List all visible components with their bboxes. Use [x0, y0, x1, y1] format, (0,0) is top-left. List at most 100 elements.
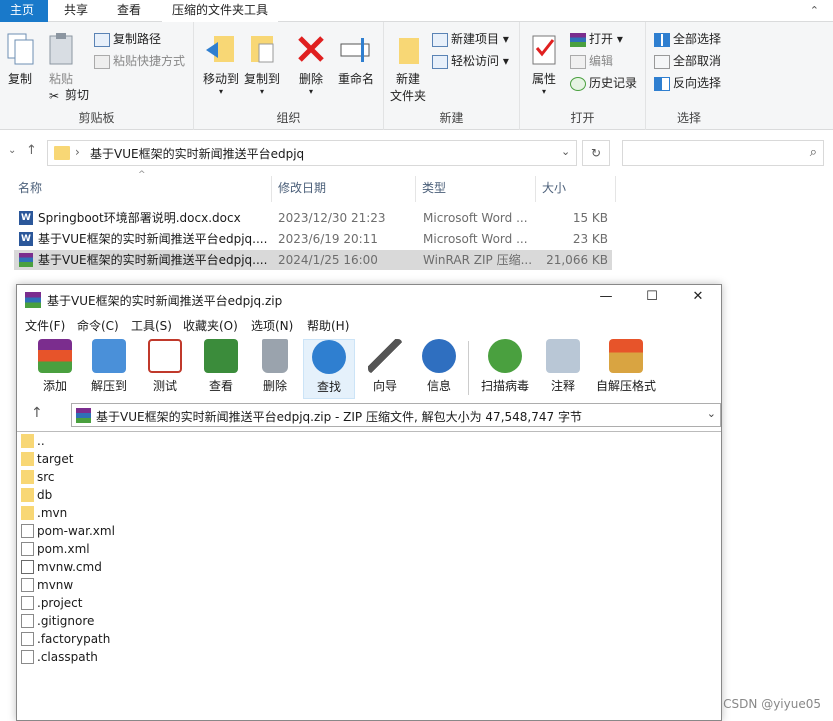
select-all-icon [654, 32, 670, 47]
virus-scan-button[interactable]: 扫描病毒 [475, 339, 535, 394]
extract-to-button[interactable]: 解压到 [83, 339, 135, 394]
column-name[interactable]: 名称 [14, 176, 272, 202]
maximize-icon[interactable]: ☐ [637, 289, 667, 304]
move-to-label: 移动到 [202, 72, 239, 86]
copy-button[interactable]: 复制 [4, 32, 36, 87]
entry-name: target [37, 452, 74, 466]
column-date[interactable]: 修改日期 [274, 176, 416, 202]
open-group-label: 打开 [570, 111, 595, 125]
toolbar-separator [468, 341, 469, 395]
column-type[interactable]: 类型 [418, 176, 536, 202]
select-all-button[interactable]: 全部选择 [654, 30, 721, 50]
ribbon: 复制 粘贴 复制路径 粘贴快捷方式 ✂ 剪切 剪贴板 移动到 ▾ 复制到 ▾ 删除 ▾ … [0, 22, 833, 130]
search-input[interactable]: ⌕ [622, 140, 824, 166]
address-bar[interactable]: › 基于VUE框架的实时新闻推送平台edpjq ⌄ [47, 140, 577, 166]
menu-favorites[interactable]: 收藏夹(O) [183, 317, 238, 334]
copy-to-button[interactable]: 复制到 ▾ [242, 32, 282, 96]
address-dropdown-icon[interactable]: ⌄ [561, 145, 570, 158]
menu-tools[interactable]: 工具(S) [131, 317, 172, 334]
add-label: 添加 [42, 379, 67, 393]
edit-icon [570, 54, 586, 69]
copy-to-label: 复制到 [243, 72, 280, 86]
archive-file-list: .. target src db .mvn pom-war.xml pom.xm… [17, 431, 721, 721]
minimize-icon[interactable]: — [591, 289, 621, 304]
paste-label: 粘贴 [48, 72, 73, 86]
entry-name: db [37, 488, 53, 502]
organize-group-label: 组织 [276, 111, 301, 125]
delete-archive-button[interactable]: 删除 [249, 339, 301, 394]
easy-access-icon [432, 54, 448, 69]
open-button[interactable]: 打开 ▾ [570, 30, 623, 50]
entry-name: .classpath [37, 650, 98, 664]
delete-button[interactable]: 删除 ▾ [294, 32, 328, 96]
edit-button[interactable]: 编辑 [570, 52, 613, 72]
view-button[interactable]: 查看 [195, 339, 247, 394]
test-button[interactable]: 测试 [139, 339, 191, 394]
extract-to-label: 解压到 [90, 379, 127, 393]
file-type: Microsoft Word ... [423, 211, 528, 225]
find-label: 查找 [316, 380, 341, 394]
entry-name: .mvn [37, 506, 68, 520]
menu-options[interactable]: 选项(N) [251, 317, 293, 334]
copy-path-icon [94, 32, 110, 47]
close-icon[interactable]: ✕ [683, 289, 713, 304]
entry-name: .factorypath [37, 632, 111, 646]
properties-icon [527, 32, 561, 66]
chevron-down-icon[interactable]: ⌄ [707, 407, 716, 420]
copy-path-button[interactable]: 复制路径 [94, 30, 161, 50]
address-path: 基于VUE框架的实时新闻推送平台edpjq [90, 147, 305, 161]
rename-button[interactable]: 重命名 [334, 32, 378, 87]
winrar-icon [19, 253, 33, 267]
tab-share[interactable]: 共享 [54, 0, 98, 22]
new-folder-button[interactable]: 新建 文件夹 [388, 32, 428, 104]
copy-icon [4, 32, 38, 66]
add-button[interactable]: 添加 [29, 339, 81, 394]
sfx-button[interactable]: 自解压格式 [591, 339, 661, 394]
file-row-selected[interactable]: 基于VUE框架的实时新闻推送平台edpjq.... 2024/1/25 16:0… [14, 250, 612, 270]
winrar-icon [25, 292, 41, 308]
tab-compressed-tools[interactable]: 压缩的文件夹工具 [162, 0, 279, 22]
easy-access-button[interactable]: 轻松访问 ▾ [432, 52, 509, 72]
entry-name: .. [37, 434, 45, 448]
new-item-button[interactable]: 新建项目 ▾ [432, 30, 509, 50]
paste-button[interactable]: 粘贴 [44, 32, 78, 87]
properties-label: 属性 [531, 72, 556, 86]
history-button[interactable]: 历史记录 [570, 74, 637, 94]
select-none-icon [654, 54, 670, 69]
recent-locations-icon[interactable]: ⌄ [8, 145, 16, 156]
open-label: 打开 [589, 32, 614, 46]
wizard-button[interactable]: 向导 [359, 339, 411, 394]
folder-icon [21, 452, 34, 466]
column-size[interactable]: 大小 [538, 176, 616, 202]
test-label: 测试 [152, 379, 177, 393]
breadcrumb-chevron-icon: › [75, 145, 80, 159]
move-to-button[interactable]: 移动到 ▾ [202, 32, 240, 96]
info-button[interactable]: 信息 [413, 339, 465, 394]
tab-view[interactable]: 查看 [107, 0, 151, 22]
info-icon [422, 339, 456, 373]
open-group: 属性 ▾ 打开 ▾ 编辑 历史记录 打开 [520, 22, 646, 130]
winrar-icon [570, 32, 586, 47]
menu-help[interactable]: 帮助(H) [307, 317, 349, 334]
invert-selection-button[interactable]: 反向选择 [654, 74, 721, 94]
up-arrow-icon[interactable]: ↑ [31, 405, 43, 421]
refresh-icon[interactable]: ↻ [582, 140, 610, 166]
cut-button[interactable]: ✂ 剪切 [46, 86, 89, 106]
folder-icon [21, 488, 34, 502]
properties-button[interactable]: 属性 ▾ [526, 32, 562, 96]
winrar-menubar: 文件(F) 命令(C) 工具(S) 收藏夹(O) 选项(N) 帮助(H) [17, 315, 721, 335]
tab-home[interactable]: 主页 [0, 0, 48, 22]
rename-icon [339, 32, 373, 66]
archive-path-dropdown[interactable]: 基于VUE框架的实时新闻推送平台edpjq.zip - ZIP 压缩文件, 解包… [71, 403, 721, 427]
find-button[interactable]: 查找 [303, 339, 355, 399]
select-none-button[interactable]: 全部取消 [654, 52, 721, 72]
up-arrow-icon[interactable]: ↑ [26, 143, 37, 158]
menu-file[interactable]: 文件(F) [25, 317, 65, 334]
comment-button[interactable]: 注释 [537, 339, 589, 394]
file-row[interactable]: W 基于VUE框架的实时新闻推送平台edpjq.... 2023/6/19 20… [14, 229, 612, 249]
menu-command[interactable]: 命令(C) [77, 317, 119, 334]
file-row[interactable]: W Springboot环境部署说明.docx.docx 2023/12/30 … [14, 208, 612, 228]
ribbon-collapse-icon[interactable]: ⌃ [810, 4, 819, 17]
paste-shortcut-button[interactable]: 粘贴快捷方式 [94, 52, 185, 72]
scissors-icon: ✂ [48, 88, 60, 103]
